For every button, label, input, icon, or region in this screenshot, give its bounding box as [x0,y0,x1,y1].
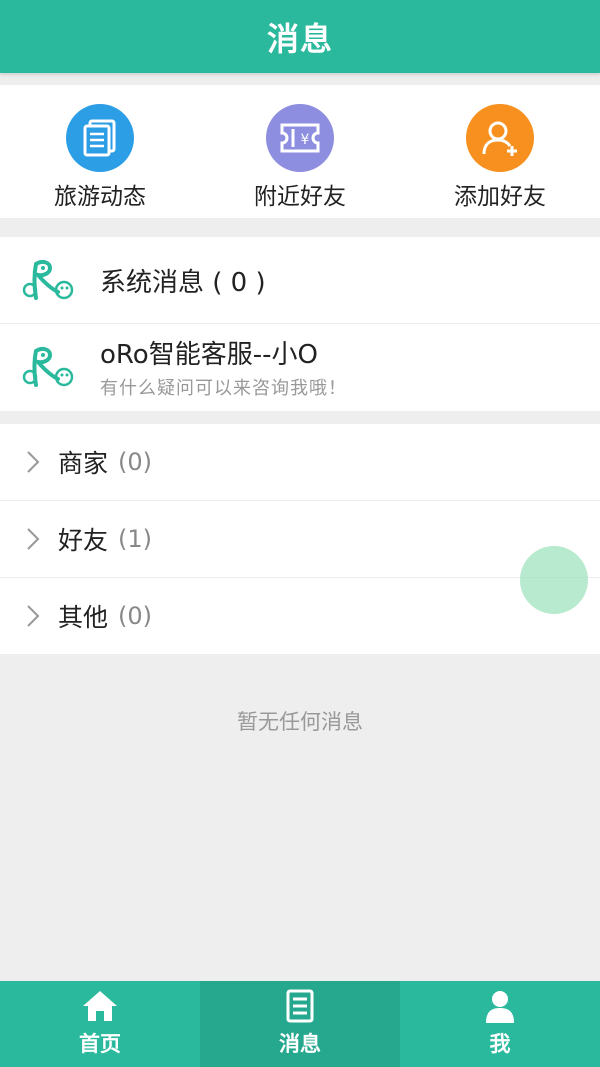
message-list: 系统消息 ( 0 ) oRo智能客服--小O 有什么疑问可以来咨询我哦！ [0,237,600,411]
group-name: 其他 [58,603,109,632]
message-title: oRo智能客服--小O [100,340,318,370]
oro-logo-icon [22,259,74,300]
chevron-right-icon [27,605,40,627]
contact-groups: 商家 (0) 好友 (1) 其他 (0) [0,424,600,654]
message-preview: 有什么疑问可以来咨询我哦！ [100,378,347,399]
chevron-right-icon [27,528,40,550]
quick-action-label: 添加好友 [454,184,546,210]
home-icon [83,991,117,1021]
header-bar: 消息 [0,0,600,73]
message-item-system[interactable]: 系统消息 ( 0 ) [0,237,600,323]
document-icon [66,104,134,172]
quick-action-nearby-friends[interactable]: ¥ 附近好友 [200,85,400,218]
tab-home[interactable]: 首页 [0,981,200,1067]
tab-label: 首页 [79,1032,121,1056]
quick-action-label: 附近好友 [254,184,346,210]
group-others[interactable]: 其他 (0) [0,577,600,654]
ticket-icon: ¥ [266,104,334,172]
group-merchants[interactable]: 商家 (0) [0,424,600,500]
tab-label: 消息 [279,1032,321,1056]
tab-messages[interactable]: 消息 [200,981,400,1067]
group-count: (1) [118,525,153,553]
user-icon [486,991,514,1023]
group-name: 商家 [58,449,109,478]
quick-action-travel-news[interactable]: 旅游动态 [0,85,200,218]
group-friends[interactable]: 好友 (1) [0,500,600,577]
group-count: (0) [118,448,153,476]
page-title: 消息 [266,19,333,58]
message-item-customer-service[interactable]: oRo智能客服--小O 有什么疑问可以来咨询我哦！ [0,323,600,410]
svg-text:¥: ¥ [301,132,310,148]
floating-assist-button[interactable] [520,546,588,614]
group-count: (0) [118,602,153,630]
chevron-right-icon [27,451,40,473]
tab-label: 我 [489,1032,511,1056]
bottom-tab-bar: 首页 消息 我 [0,981,600,1067]
message-title: 系统消息 ( 0 ) [100,267,266,298]
quick-action-add-friend[interactable]: 添加好友 [400,85,600,218]
tab-me[interactable]: 我 [400,981,600,1067]
quick-actions: 旅游动态 ¥ 附近好友 添加好友 [0,85,600,218]
message-icon [286,989,314,1023]
quick-action-label: 旅游动态 [54,184,146,210]
oro-logo-icon [22,346,74,387]
empty-state-text: 暂无任何消息 [237,710,363,734]
group-name: 好友 [58,526,109,555]
add-user-icon [466,104,534,172]
